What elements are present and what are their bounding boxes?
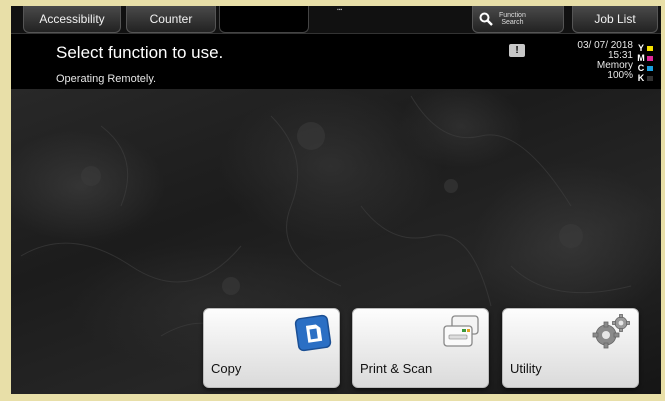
- gear-icon: [592, 314, 630, 349]
- toner-channel-label: M: [637, 53, 645, 63]
- search-icon: [479, 12, 493, 26]
- toner-level-bar: [647, 45, 653, 51]
- status-message: Operating Remotely.: [56, 73, 157, 85]
- job-list-tab-label: Job List: [594, 12, 636, 26]
- print-scan-icon: [443, 315, 479, 347]
- top-tab-bar: ▪▪▪ Accessibility Counter Function Searc…: [11, 6, 661, 34]
- print-scan-button[interactable]: Print & Scan: [352, 308, 489, 388]
- copy-button[interactable]: Copy: [203, 308, 340, 388]
- status-header: Select function to use. Operating Remote…: [11, 34, 661, 89]
- toner-row: K: [637, 73, 657, 83]
- copy-icon: [294, 314, 332, 352]
- function-search-label-line1: Function: [499, 12, 526, 19]
- toner-channel-label: Y: [637, 43, 644, 53]
- accessibility-tab-label: Accessibility: [39, 12, 105, 26]
- page-title: Select function to use.: [56, 43, 224, 62]
- touch-screen: ▪▪▪ Accessibility Counter Function Searc…: [11, 6, 661, 394]
- toner-level-bar: [647, 55, 653, 61]
- top-notch-indicator: ▪▪▪: [337, 7, 343, 13]
- print-scan-label: Print & Scan: [360, 361, 433, 376]
- toner-channel-label: C: [637, 63, 645, 73]
- copy-label: Copy: [211, 361, 242, 376]
- toner-row: C: [637, 63, 657, 73]
- status-readout: 03/ 07/ 2018 15:31 Memory 100%: [577, 41, 633, 81]
- toner-level-bar: [647, 75, 653, 81]
- toner-channel-label: K: [637, 73, 645, 83]
- blank-tab: [219, 6, 309, 33]
- accessibility-tab[interactable]: Accessibility: [23, 6, 121, 33]
- device-frame: ▪▪▪ Accessibility Counter Function Searc…: [0, 0, 665, 401]
- warning-icon[interactable]: !: [509, 44, 525, 57]
- utility-label: Utility: [510, 361, 542, 376]
- counter-tab[interactable]: Counter: [126, 6, 216, 33]
- function-search-button[interactable]: Function Search: [472, 6, 564, 33]
- utility-button[interactable]: Utility: [502, 308, 639, 388]
- toner-row: Y: [637, 43, 657, 53]
- job-list-tab[interactable]: Job List: [572, 6, 658, 33]
- function-search-label-line2: Search: [501, 19, 524, 26]
- toner-row: M: [637, 53, 657, 63]
- toner-level-bar: [647, 65, 653, 71]
- memory-value: 100%: [607, 70, 633, 81]
- counter-tab-label: Counter: [149, 12, 193, 26]
- toner-levels: YMCK: [637, 43, 657, 83]
